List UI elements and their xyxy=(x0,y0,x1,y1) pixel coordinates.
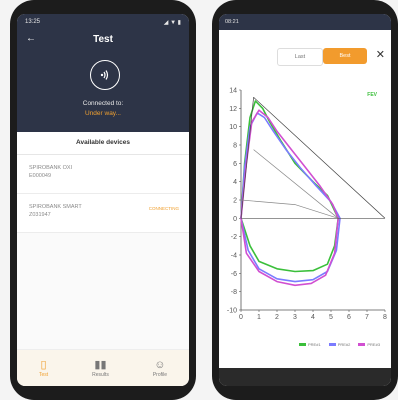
x-tick-label: 5 xyxy=(329,314,333,321)
last-best-toggle: Last Best xyxy=(277,48,367,66)
phone-left-screen: 13:25 ◢ ▼ ▮ ← Test Connected to: Under w… xyxy=(17,14,189,386)
x-tick-label: 8 xyxy=(383,314,387,321)
nfc-icon xyxy=(90,60,120,90)
bottom-tab-bar: ▯ Test ▮▮ Results ☺ Profile xyxy=(17,349,189,386)
connected-label: Connected to: xyxy=(82,100,124,107)
x-tick-label: 6 xyxy=(347,314,351,321)
device-icon: ▯ xyxy=(40,358,47,371)
chart-legend: PRE#1 PRE#2 PRE#3 xyxy=(299,342,380,347)
toggle-last-button[interactable]: Last xyxy=(277,48,323,66)
series-line-4 xyxy=(253,149,339,219)
test-header: 13:25 ◢ ▼ ▮ ← Test Connected to: Under w… xyxy=(17,14,189,132)
y-tick-label: 4 xyxy=(233,179,237,186)
tab-profile[interactable]: ☺ Profile xyxy=(153,359,167,378)
series-line-5 xyxy=(240,199,339,219)
y-tick-label: -10 xyxy=(227,308,237,315)
close-icon[interactable]: ✕ xyxy=(376,48,385,61)
x-tick-label: 2 xyxy=(275,314,279,321)
x-tick-label: 4 xyxy=(311,314,315,321)
tab-label: Test xyxy=(38,371,49,378)
y-tick-label: 0 xyxy=(233,216,237,223)
legend-item: PRE#1 xyxy=(299,342,321,347)
phone-right-screen: 08:21 Last Best ✕ 14 12 10 8 6 4 2 0 -2 -4 -6 -8 -10… xyxy=(219,14,391,386)
available-devices-heading: Available devices xyxy=(17,132,189,155)
y-tick-label: -8 xyxy=(231,289,237,296)
device-serial: Z031947 xyxy=(29,212,51,218)
phone-left: 13:25 ◢ ▼ ▮ ← Test Connected to: Under w… xyxy=(10,0,196,400)
y-tick-label: -2 xyxy=(231,234,237,241)
y-tick-label: 10 xyxy=(229,124,237,131)
y-tick-label: 2 xyxy=(233,198,237,205)
legend-label: PRE#3 xyxy=(367,342,381,347)
tab-label: Profile xyxy=(152,371,167,378)
y-tick-label: 8 xyxy=(233,143,237,150)
x-tick-label: 1 xyxy=(257,314,261,321)
status-bar: 13:25 ◢ ▼ ▮ xyxy=(17,14,189,30)
legend-swatch-pink xyxy=(358,343,366,347)
tab-test[interactable]: ▯ Test xyxy=(39,359,48,378)
status-time: 13:25 xyxy=(25,19,41,25)
series-line-2 xyxy=(240,109,339,287)
device-list-empty-area xyxy=(17,233,189,350)
legend-label: PRE#2 xyxy=(337,342,351,347)
x-tick-label: 7 xyxy=(365,314,369,321)
title-row: ← Test xyxy=(17,30,189,52)
status-time: 08:21 xyxy=(225,19,239,25)
connected-status: Under way... xyxy=(84,110,121,117)
phone-right: 08:21 Last Best ✕ 14 12 10 8 6 4 2 0 -2 -4 -6 -8 -10… xyxy=(212,0,398,400)
tab-label: Results xyxy=(92,371,109,378)
legend-item: PRE#3 xyxy=(358,342,380,347)
flow-volume-chart: 14121086420-2-4-6-8-100 1 2 3 4 5 6 7 8FEV xyxy=(227,88,387,322)
y-tick-label: 14 xyxy=(229,88,237,95)
y-tick-label: -6 xyxy=(231,271,237,278)
status-icons: ◢ ▼ ▮ xyxy=(163,19,181,26)
legend-swatch-blue xyxy=(328,343,336,347)
page-title: Test xyxy=(93,34,113,45)
legend-item: PRE#2 xyxy=(328,342,351,347)
toggle-best-button[interactable]: Best xyxy=(323,48,367,64)
bottom-bar xyxy=(219,368,391,386)
y-tick-label: 12 xyxy=(229,106,237,113)
legend-label: PRE#1 xyxy=(308,342,321,347)
person-icon: ☺ xyxy=(154,358,166,371)
x-tick-label: 0 xyxy=(239,314,243,321)
legend-swatch-green xyxy=(299,343,306,347)
device-serial: E000049 xyxy=(29,173,52,179)
nfc-waves-icon xyxy=(100,70,109,80)
y-tick-label: 6 xyxy=(233,161,237,168)
status-bar: 08:21 xyxy=(219,14,391,30)
y-tick-label: -4 xyxy=(231,253,237,260)
bar-chart-icon: ▮▮ xyxy=(94,358,107,371)
x-tick-label: 3 xyxy=(293,314,297,321)
device-row-smart[interactable]: SPIROBANK SMART Z031947 CONNECTING xyxy=(17,194,189,233)
corner-label: FEV xyxy=(367,92,377,98)
device-name: SPIROBANK OXI xyxy=(29,165,73,171)
device-name: SPIROBANK SMART xyxy=(29,204,82,210)
series-line-0 xyxy=(240,100,339,273)
device-row-oxi[interactable]: SPIROBANK OXI E000049 xyxy=(17,155,189,194)
tab-results[interactable]: ▮▮ Results xyxy=(92,359,109,378)
device-state: CONNECTING xyxy=(148,206,179,211)
